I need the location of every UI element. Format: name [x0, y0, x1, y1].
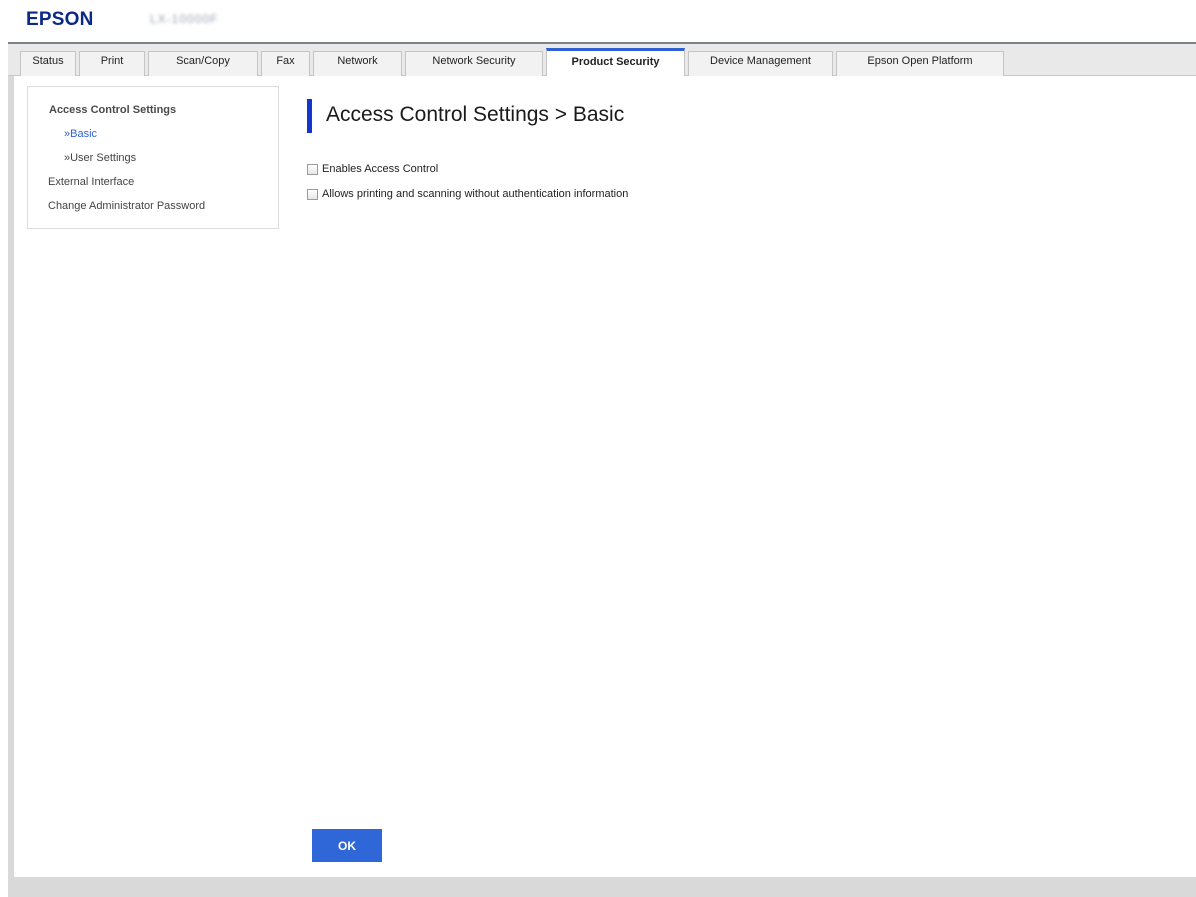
- tab-epson-open-platform[interactable]: Epson Open Platform: [836, 51, 1004, 76]
- model-name: LX-10000F: [150, 12, 219, 26]
- tab-scan-copy[interactable]: Scan/Copy: [148, 51, 258, 76]
- allow-without-auth-checkbox[interactable]: [307, 188, 318, 200]
- option-allow-without-auth[interactable]: Allows printing and scanning without aut…: [307, 186, 628, 202]
- content-area: Access Control Settings »Basic »User Set…: [14, 76, 1196, 877]
- allow-without-auth-label[interactable]: Allows printing and scanning without aut…: [322, 188, 628, 200]
- sidebar: Access Control Settings »Basic »User Set…: [27, 86, 279, 229]
- enables-access-control-label[interactable]: Enables Access Control: [322, 163, 438, 175]
- header: EPSON LX-10000F: [0, 0, 1196, 42]
- sidebar-item-user-settings[interactable]: »User Settings: [64, 152, 136, 164]
- title-accent-bar: [307, 99, 312, 133]
- ok-button[interactable]: OK: [312, 829, 382, 862]
- page-title: Access Control Settings > Basic: [326, 103, 625, 126]
- tab-network[interactable]: Network: [313, 51, 402, 76]
- enables-access-control-checkbox[interactable]: [307, 163, 318, 175]
- page: EPSON LX-10000F Status Print Scan/Copy F…: [0, 0, 1196, 897]
- sidebar-item-basic[interactable]: »Basic: [64, 128, 97, 140]
- tab-network-security[interactable]: Network Security: [405, 51, 543, 76]
- epson-logo: EPSON: [26, 9, 94, 30]
- tab-product-security[interactable]: Product Security: [546, 48, 685, 76]
- tab-print[interactable]: Print: [79, 51, 145, 76]
- tab-bar: Status Print Scan/Copy Fax Network Netwo…: [8, 44, 1196, 76]
- option-enables-access-control[interactable]: Enables Access Control: [307, 161, 438, 177]
- sidebar-heading-access-control[interactable]: Access Control Settings: [49, 104, 176, 116]
- tab-fax[interactable]: Fax: [261, 51, 310, 76]
- sidebar-item-change-admin-password[interactable]: Change Administrator Password: [48, 200, 205, 212]
- tab-status[interactable]: Status: [20, 51, 76, 76]
- tab-device-management[interactable]: Device Management: [688, 51, 833, 76]
- sidebar-item-external-interface[interactable]: External Interface: [48, 176, 134, 188]
